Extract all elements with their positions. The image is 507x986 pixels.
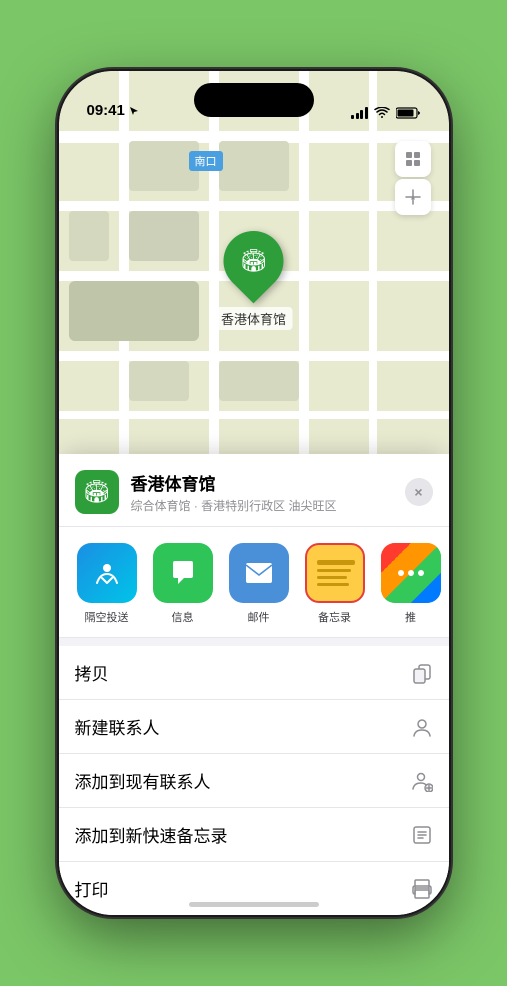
print-label: 打印 (75, 876, 109, 901)
stadium-icon: 🏟 (240, 248, 268, 274)
airdrop-icon-wrap (77, 543, 137, 603)
mail-icon-wrap (229, 543, 289, 603)
location-arrow-icon (128, 105, 140, 117)
phone-screen: 09:41 (59, 71, 449, 915)
dynamic-island (194, 83, 314, 117)
messages-icon-wrap (153, 543, 213, 603)
map-controls (395, 141, 431, 215)
share-item-more[interactable]: 推 (379, 543, 443, 625)
more-dots (398, 570, 424, 576)
share-row: 隔空投送 信息 (59, 527, 449, 638)
pin-circle: 🏟 (211, 219, 296, 304)
map-type-icon (404, 150, 422, 168)
status-icons (351, 107, 421, 119)
airdrop-icon (92, 558, 122, 588)
new-contact-icon (411, 716, 433, 738)
share-item-airdrop[interactable]: 隔空投送 (75, 543, 139, 625)
notes-line-4 (317, 583, 349, 586)
venue-name: 香港体育馆 (131, 470, 393, 495)
venue-info: 香港体育馆 综合体育馆 · 香港特别行政区 油尖旺区 (131, 470, 393, 514)
action-item-add-notes[interactable]: 添加到新快速备忘录 (59, 808, 449, 862)
bottom-sheet: 🏟 香港体育馆 综合体育馆 · 香港特别行政区 油尖旺区 × (59, 454, 449, 915)
share-item-mail[interactable]: 邮件 (227, 543, 291, 625)
location-pin: 🏟 香港体育馆 (215, 231, 292, 330)
dot2 (408, 570, 414, 576)
copy-label: 拷贝 (75, 660, 109, 685)
copy-icon (411, 662, 433, 684)
messages-icon (168, 558, 198, 588)
add-notes-label: 添加到新快速备忘录 (75, 822, 228, 847)
new-contact-label: 新建联系人 (75, 714, 160, 739)
add-existing-icon (411, 770, 433, 792)
dot1 (398, 570, 404, 576)
home-indicator (189, 902, 319, 907)
venue-icon: 🏟 (75, 470, 119, 514)
notes-lines-container (307, 545, 363, 601)
add-notes-icon (411, 824, 433, 846)
notes-line-2 (317, 569, 351, 572)
venue-card: 🏟 香港体育馆 综合体育馆 · 香港特别行政区 油尖旺区 × (59, 454, 449, 527)
venue-stadium-icon: 🏟 (83, 479, 111, 505)
notes-line-1 (317, 560, 355, 565)
action-item-print[interactable]: 打印 (59, 862, 449, 915)
notes-label: 备忘录 (318, 609, 351, 625)
time-display: 09:41 (87, 102, 125, 119)
airdrop-label: 隔空投送 (85, 609, 129, 625)
map-type-button[interactable] (395, 141, 431, 177)
notes-line-3 (317, 576, 347, 579)
add-existing-label: 添加到现有联系人 (75, 768, 211, 793)
map-label-nankou: 南口 (189, 151, 223, 171)
notes-icon-wrap (305, 543, 365, 603)
more-label: 推 (405, 609, 416, 625)
close-button[interactable]: × (405, 478, 433, 506)
mail-label: 邮件 (248, 609, 270, 625)
action-list: 拷贝 新建联系人 添加到现有联系人 (59, 646, 449, 915)
venue-subtitle: 综合体育馆 · 香港特别行政区 油尖旺区 (131, 497, 393, 514)
mail-icon (244, 559, 274, 587)
signal-icon (351, 107, 368, 119)
phone-frame: 09:41 (59, 71, 449, 915)
share-item-messages[interactable]: 信息 (151, 543, 215, 625)
status-time: 09:41 (87, 102, 140, 119)
battery-icon (396, 107, 421, 119)
wifi-icon (374, 107, 390, 119)
pin-label: 香港体育馆 (215, 307, 292, 330)
more-icon-wrap (381, 543, 441, 603)
dot3 (418, 570, 424, 576)
location-button[interactable] (395, 179, 431, 215)
action-item-copy[interactable]: 拷贝 (59, 646, 449, 700)
compass-icon (404, 188, 422, 206)
share-item-notes[interactable]: 备忘录 (303, 543, 367, 625)
action-item-add-existing[interactable]: 添加到现有联系人 (59, 754, 449, 808)
messages-label: 信息 (172, 609, 194, 625)
print-icon (411, 878, 433, 900)
action-item-new-contact[interactable]: 新建联系人 (59, 700, 449, 754)
